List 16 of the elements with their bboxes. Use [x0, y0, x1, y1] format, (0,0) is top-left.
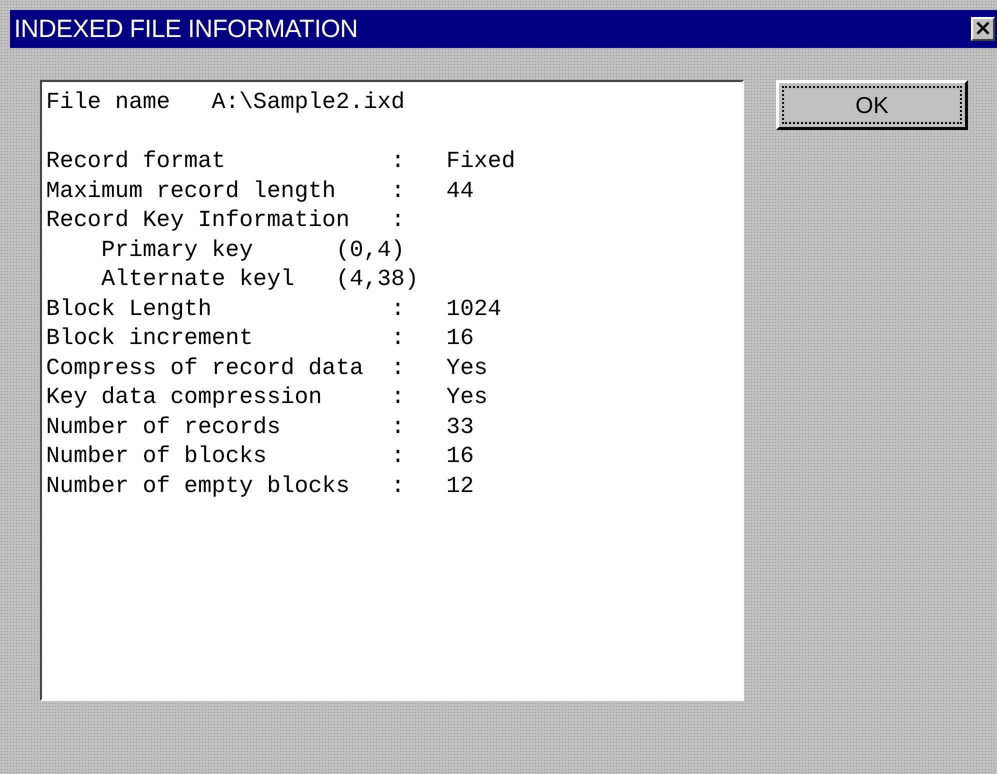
- info-line: Number of blocks : 16: [46, 443, 474, 469]
- info-line: Block increment : 16: [46, 325, 474, 351]
- info-line: Alternate keyl (4,38): [100, 266, 419, 292]
- info-line: Primary key (0,4): [100, 236, 405, 262]
- window-title: INDEXED FILE INFORMATION: [14, 14, 358, 44]
- info-line: Key data compression : Yes: [46, 384, 488, 410]
- file-name-line: File name A:\Sample2.ixd: [46, 89, 405, 115]
- close-button[interactable]: ×: [971, 17, 995, 41]
- info-line: Record Key Information :: [46, 207, 405, 233]
- ok-button[interactable]: OK: [776, 80, 968, 130]
- info-line: Block Length : 1024: [46, 296, 502, 322]
- info-line: Number of records : 33: [46, 414, 474, 440]
- info-line: Compress of record data : Yes: [46, 354, 488, 380]
- info-line: Record format : Fixed: [46, 148, 516, 174]
- info-line: Maximum record length : 44: [46, 178, 474, 204]
- info-line: Number of empty blocks : 12: [46, 472, 474, 498]
